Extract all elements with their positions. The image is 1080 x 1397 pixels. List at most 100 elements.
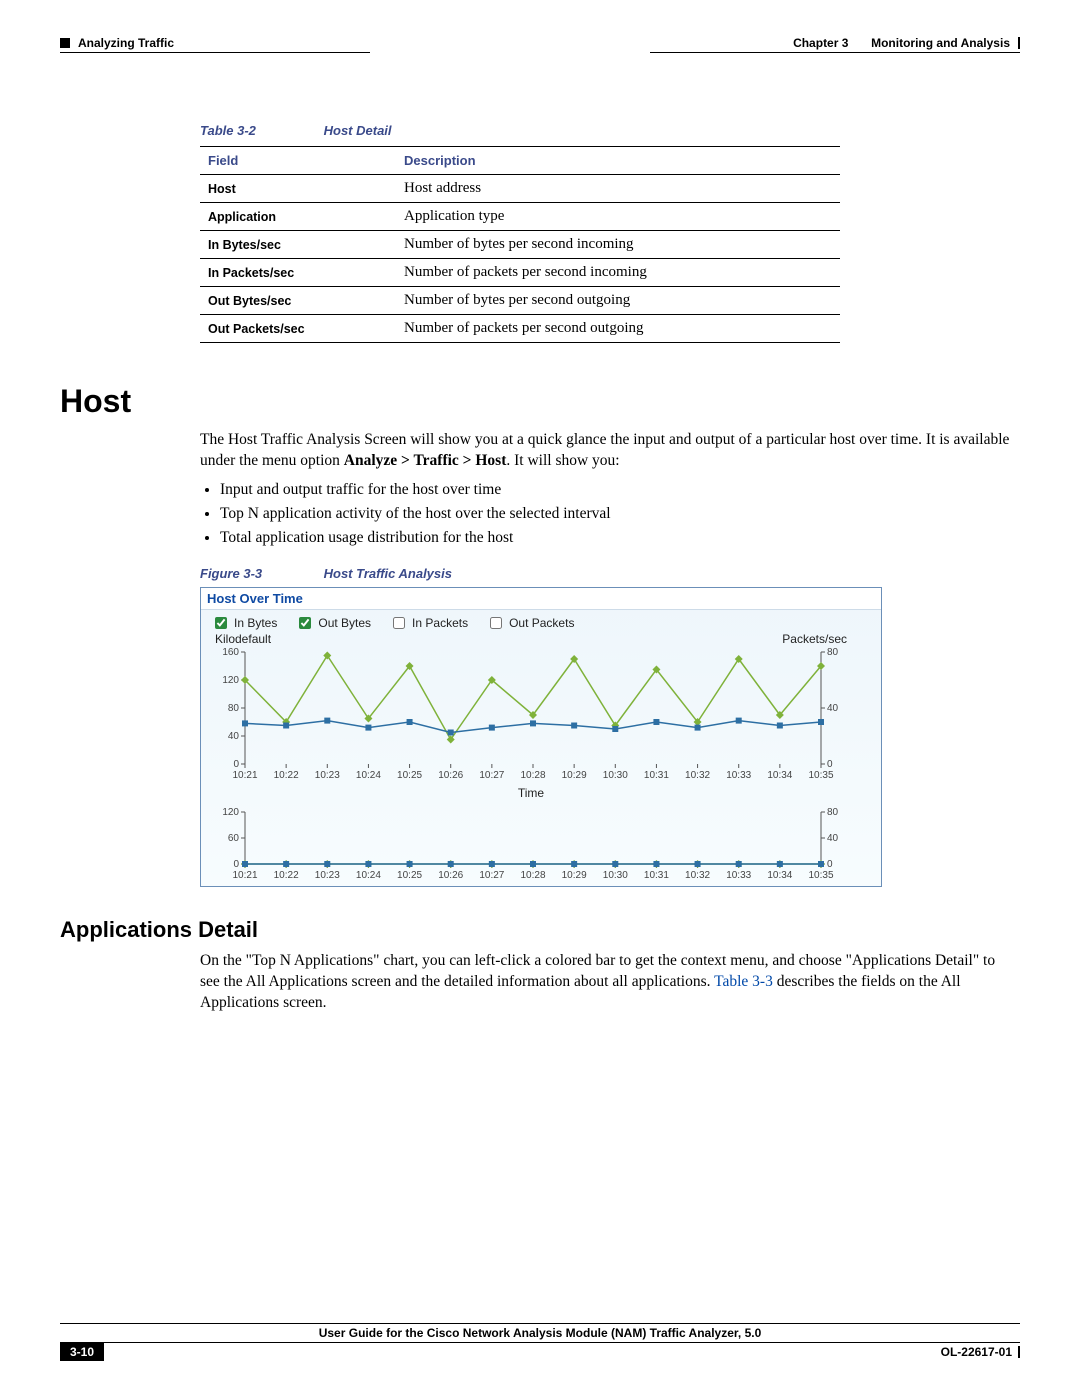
- list-item: Input and output traffic for the host ov…: [220, 478, 1010, 502]
- cross-reference-link[interactable]: Table 3-3: [714, 973, 773, 990]
- table-row: ApplicationApplication type: [200, 203, 840, 231]
- square-bullet-icon: [60, 38, 70, 48]
- checkbox-out-bytes[interactable]: [299, 617, 311, 629]
- table-caption-label: Table 3-2: [200, 123, 320, 138]
- svg-text:10:34: 10:34: [767, 870, 792, 881]
- footer-book-title: User Guide for the Cisco Network Analysi…: [60, 1324, 1020, 1342]
- svg-text:80: 80: [827, 807, 839, 818]
- svg-text:10:30: 10:30: [603, 770, 628, 781]
- svg-text:10:34: 10:34: [767, 770, 792, 781]
- svg-text:10:31: 10:31: [644, 870, 669, 881]
- chart-title: Host Over Time: [201, 588, 881, 610]
- header-left-text: Analyzing Traffic: [78, 36, 174, 50]
- figure-caption: Figure 3-3 Host Traffic Analysis: [200, 566, 1010, 581]
- svg-text:10:23: 10:23: [315, 770, 340, 781]
- svg-text:0: 0: [233, 759, 239, 770]
- field-cell: Out Packets/sec: [200, 315, 396, 343]
- legend-in-packets[interactable]: In Packets: [389, 614, 468, 632]
- svg-text:10:24: 10:24: [356, 770, 381, 781]
- field-cell: In Bytes/sec: [200, 231, 396, 259]
- svg-text:10:25: 10:25: [397, 870, 422, 881]
- running-header: Analyzing Traffic Chapter 3 Monitoring a…: [60, 36, 1020, 50]
- desc-cell: Application type: [396, 203, 840, 231]
- vertical-rule-icon: [1018, 1346, 1020, 1358]
- desc-cell: Number of bytes per second incoming: [396, 231, 840, 259]
- desc-cell: Number of packets per second incoming: [396, 259, 840, 287]
- table-row: In Bytes/secNumber of bytes per second i…: [200, 231, 840, 259]
- svg-text:160: 160: [222, 647, 239, 658]
- svg-text:10:23: 10:23: [315, 870, 340, 881]
- checkbox-in-packets[interactable]: [393, 617, 405, 629]
- svg-text:40: 40: [827, 703, 839, 714]
- svg-text:10:26: 10:26: [438, 770, 463, 781]
- header-rule-right: [650, 52, 1020, 53]
- svg-text:10:35: 10:35: [808, 870, 833, 881]
- svg-text:10:27: 10:27: [479, 770, 504, 781]
- svg-text:10:24: 10:24: [356, 870, 381, 881]
- svg-text:10:35: 10:35: [808, 770, 833, 781]
- vertical-rule-icon: [1018, 37, 1020, 49]
- y-axis-right-label: Packets/sec: [782, 632, 847, 646]
- apps-detail-para: On the "Top N Applications" chart, you c…: [200, 951, 1010, 1014]
- svg-text:10:21: 10:21: [232, 870, 257, 881]
- figure-caption-title: Host Traffic Analysis: [324, 566, 452, 581]
- svg-text:10:31: 10:31: [644, 770, 669, 781]
- svg-text:0: 0: [827, 859, 833, 870]
- chart-plot-main: 040801201600408010:2110:2210:2310:2410:2…: [211, 646, 851, 786]
- y-axis-left-label: Kilodefault: [215, 632, 271, 646]
- field-cell: Out Bytes/sec: [200, 287, 396, 315]
- menu-path-bold: Analyze > Traffic > Host: [344, 452, 507, 469]
- chart-legend: In Bytes Out Bytes In Packets Out Packet…: [201, 610, 881, 632]
- svg-text:10:32: 10:32: [685, 870, 710, 881]
- table-caption-title: Host Detail: [324, 123, 392, 138]
- svg-text:10:21: 10:21: [232, 770, 257, 781]
- list-item: Top N application activity of the host o…: [220, 502, 1010, 526]
- chart-plot-sub: 0 60 120 0 40 80 10:21 10:22 10:23 10:24 10:25 10:2…: [211, 806, 851, 886]
- legend-in-bytes[interactable]: In Bytes: [211, 614, 277, 632]
- table-row: In Packets/secNumber of packets per seco…: [200, 259, 840, 287]
- section-host-heading: Host: [60, 383, 1010, 420]
- svg-text:10:30: 10:30: [603, 870, 628, 881]
- svg-text:10:28: 10:28: [520, 770, 545, 781]
- svg-text:10:32: 10:32: [685, 770, 710, 781]
- table-row: Out Packets/secNumber of packets per sec…: [200, 315, 840, 343]
- header-chapter-title: Monitoring and Analysis: [871, 36, 1010, 50]
- field-cell: Application: [200, 203, 396, 231]
- page-number: 3-10: [60, 1343, 104, 1361]
- svg-text:10:33: 10:33: [726, 770, 751, 781]
- host-intro-para: The Host Traffic Analysis Screen will sh…: [200, 430, 1010, 472]
- svg-text:60: 60: [228, 833, 240, 844]
- table-row: HostHost address: [200, 175, 840, 203]
- section-applications-detail-heading: Applications Detail: [60, 917, 1010, 943]
- svg-text:10:28: 10:28: [520, 870, 545, 881]
- checkbox-in-bytes[interactable]: [215, 617, 227, 629]
- svg-text:10:22: 10:22: [274, 870, 299, 881]
- header-rule-left: [60, 52, 370, 53]
- svg-text:10:29: 10:29: [562, 870, 587, 881]
- host-para-post: . It will show you:: [506, 452, 619, 469]
- svg-text:0: 0: [233, 859, 239, 870]
- host-bullet-list: Input and output traffic for the host ov…: [202, 478, 1010, 550]
- svg-text:0: 0: [827, 759, 833, 770]
- doc-number: OL-22617-01: [941, 1345, 1012, 1359]
- svg-text:10:29: 10:29: [562, 770, 587, 781]
- svg-text:120: 120: [222, 807, 239, 818]
- col-description: Description: [396, 147, 840, 175]
- field-cell: Host: [200, 175, 396, 203]
- legend-out-bytes[interactable]: Out Bytes: [295, 614, 371, 632]
- list-item: Total application usage distribution for…: [220, 526, 1010, 550]
- svg-text:40: 40: [827, 833, 839, 844]
- col-field: Field: [200, 147, 396, 175]
- svg-text:10:22: 10:22: [274, 770, 299, 781]
- host-detail-table: Field Description HostHost addressApplic…: [200, 146, 840, 343]
- svg-text:80: 80: [827, 647, 839, 658]
- svg-text:80: 80: [228, 703, 240, 714]
- svg-text:40: 40: [228, 731, 240, 742]
- svg-text:10:25: 10:25: [397, 770, 422, 781]
- x-axis-label: Time: [211, 786, 851, 806]
- svg-text:10:27: 10:27: [479, 870, 504, 881]
- checkbox-out-packets[interactable]: [490, 617, 502, 629]
- field-cell: In Packets/sec: [200, 259, 396, 287]
- desc-cell: Host address: [396, 175, 840, 203]
- legend-out-packets[interactable]: Out Packets: [486, 614, 574, 632]
